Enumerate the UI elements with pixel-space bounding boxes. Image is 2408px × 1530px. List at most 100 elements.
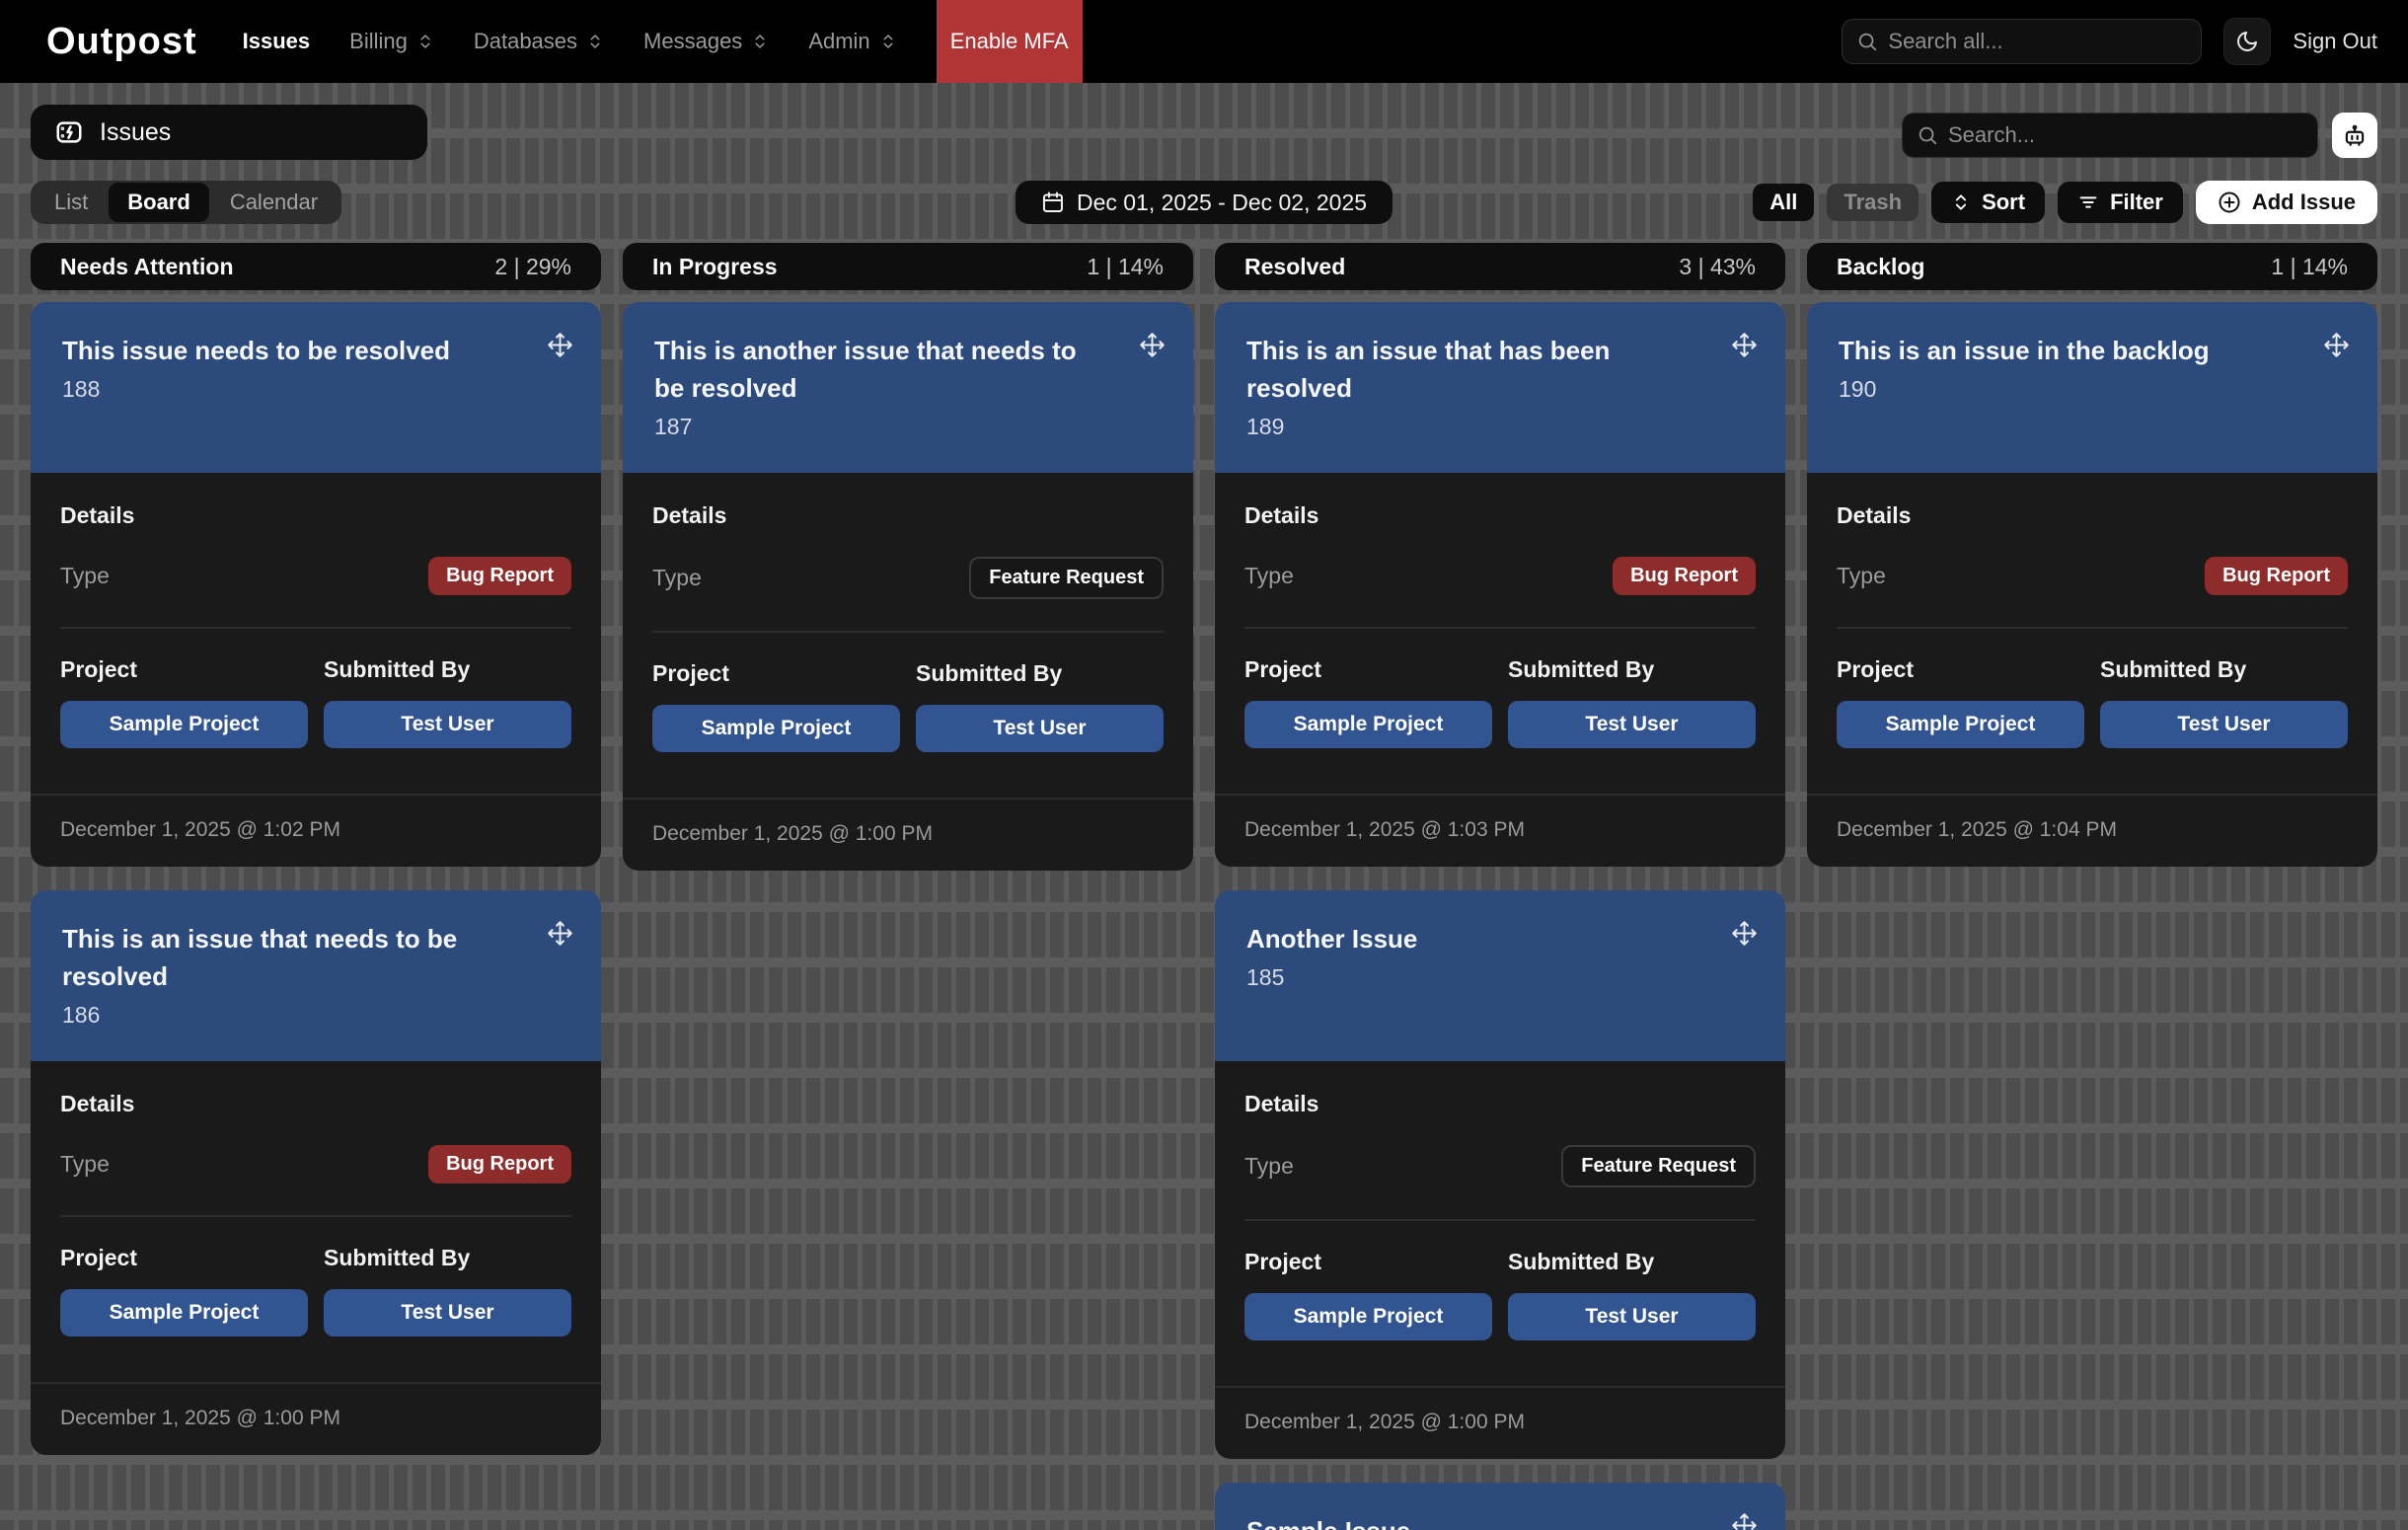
calendar-icon xyxy=(1041,191,1065,214)
move-icon[interactable] xyxy=(547,920,573,947)
issue-card-header: Sample Issue xyxy=(1215,1483,1785,1530)
issue-card-header: Another Issue 185 xyxy=(1215,890,1785,1061)
view-tab-list[interactable]: List xyxy=(36,183,107,222)
issue-card-body: Details Type Feature Request Project Sam… xyxy=(1215,1061,1785,1459)
divider xyxy=(1244,1219,1756,1221)
kanban-board: Needs Attention 2 | 29% This issue needs… xyxy=(0,243,2408,1530)
nav-item-admin[interactable]: Admin xyxy=(808,29,896,54)
filter-button[interactable]: Filter xyxy=(2058,182,2183,223)
project-button[interactable]: Sample Project xyxy=(60,1289,308,1337)
scope-trash-button[interactable]: Trash xyxy=(1827,184,1919,221)
ai-assistant-button[interactable] xyxy=(2332,113,2377,158)
type-badge: Feature Request xyxy=(1561,1145,1756,1187)
column-needs-attention: Needs Attention 2 | 29% This issue needs… xyxy=(31,243,601,1479)
sort-button[interactable]: Sort xyxy=(1931,182,2045,223)
issue-card-footer: December 1, 2025 @ 1:02 PM xyxy=(31,794,601,867)
divider xyxy=(1244,627,1756,629)
type-label: Type xyxy=(1837,563,1886,589)
nav-item-billing[interactable]: Billing xyxy=(349,29,434,54)
panel-search-group xyxy=(1902,111,2377,160)
view-tab-board[interactable]: Board xyxy=(109,183,209,222)
issue-card-body: Details Type Bug Report Project Sample P… xyxy=(31,1061,601,1455)
column-header: Resolved 3 | 43% xyxy=(1215,243,1785,290)
issue-card[interactable]: This issue needs to be resolved 188 Deta… xyxy=(31,302,601,867)
type-label: Type xyxy=(60,563,110,589)
issue-timestamp: December 1, 2025 @ 1:00 PM xyxy=(60,1407,340,1429)
move-icon[interactable] xyxy=(1731,1512,1758,1530)
brand-logo[interactable]: Outpost xyxy=(46,21,197,63)
divider xyxy=(60,627,571,629)
column-header: Needs Attention 2 | 29% xyxy=(31,243,601,290)
project-label: Project xyxy=(1244,1249,1492,1275)
issue-card[interactable]: Another Issue 185 Details Type Feature R… xyxy=(1215,890,1785,1459)
project-button[interactable]: Sample Project xyxy=(652,705,900,752)
issue-card[interactable]: This is an issue that needs to be resolv… xyxy=(31,890,601,1455)
column-stat: 2 | 29% xyxy=(494,254,571,280)
issue-card[interactable]: This is an issue in the backlog 190 Deta… xyxy=(1807,302,2377,867)
issue-card-footer: December 1, 2025 @ 1:00 PM xyxy=(1215,1386,1785,1459)
page-title-pill: Issues xyxy=(31,105,427,160)
move-icon[interactable] xyxy=(547,332,573,358)
filter-lines-icon xyxy=(2077,191,2099,213)
type-label: Type xyxy=(1244,1153,1294,1180)
issue-card[interactable]: This is another issue that needs to be r… xyxy=(623,302,1193,871)
submitted-by-button[interactable]: Test User xyxy=(324,701,571,748)
search-icon xyxy=(1856,31,1878,52)
project-button[interactable]: Sample Project xyxy=(1244,701,1492,748)
global-search-box[interactable] xyxy=(1842,19,2202,64)
submitted-by-button[interactable]: Test User xyxy=(916,705,1164,752)
column-title: Resolved xyxy=(1244,254,1345,280)
submitted-by-button[interactable]: Test User xyxy=(324,1289,571,1337)
issue-card-header: This is an issue that has been resolved … xyxy=(1215,302,1785,473)
issue-card[interactable]: This is an issue that has been resolved … xyxy=(1215,302,1785,867)
project-button[interactable]: Sample Project xyxy=(1244,1293,1492,1340)
column-title: Needs Attention xyxy=(60,254,234,280)
submitted-by-button[interactable]: Test User xyxy=(2100,701,2348,748)
sign-out-link[interactable]: Sign Out xyxy=(2293,29,2377,54)
type-badge: Bug Report xyxy=(1613,557,1756,595)
nav-item-databases[interactable]: Databases xyxy=(474,29,604,54)
issue-number: 185 xyxy=(1246,964,1754,991)
type-label: Type xyxy=(652,565,702,591)
move-icon[interactable] xyxy=(1139,332,1166,358)
issue-card-body: Details Type Bug Report Project Sample P… xyxy=(1215,473,1785,867)
add-issue-button[interactable]: Add Issue xyxy=(2196,181,2377,224)
project-button[interactable]: Sample Project xyxy=(1837,701,2084,748)
submitted-by-label: Submitted By xyxy=(324,656,571,683)
enable-mfa-button[interactable]: Enable MFA xyxy=(937,0,1083,83)
project-button[interactable]: Sample Project xyxy=(60,701,308,748)
issues-search-box[interactable] xyxy=(1902,113,2318,158)
project-label: Project xyxy=(60,1245,308,1271)
column-in-progress: In Progress 1 | 14% This is another issu… xyxy=(623,243,1193,894)
header-row: Issues xyxy=(0,83,2408,160)
issue-number: 186 xyxy=(62,1002,569,1029)
submitted-by-button[interactable]: Test User xyxy=(1508,1293,1756,1340)
details-heading: Details xyxy=(1244,1091,1756,1117)
issues-search-input[interactable] xyxy=(1948,122,2303,148)
details-heading: Details xyxy=(60,1091,571,1117)
column-stat: 1 | 14% xyxy=(1087,254,1164,280)
toolbar-row: List Board Calendar Dec 01, 2025 - Dec 0… xyxy=(0,181,2408,224)
issue-card-footer: December 1, 2025 @ 1:00 PM xyxy=(31,1382,601,1455)
view-tab-calendar[interactable]: Calendar xyxy=(211,183,337,222)
issue-title: This issue needs to be resolved xyxy=(62,332,569,369)
submitted-by-label: Submitted By xyxy=(1508,656,1756,683)
scope-all-button[interactable]: All xyxy=(1753,184,1814,221)
nav-item-issues[interactable]: Issues xyxy=(243,29,311,54)
nav-item-messages[interactable]: Messages xyxy=(643,29,769,54)
issue-card[interactable]: Sample Issue xyxy=(1215,1483,1785,1530)
global-search-input[interactable] xyxy=(1888,29,2187,54)
issue-card-body: Details Type Feature Request Project Sam… xyxy=(623,473,1193,871)
divider xyxy=(60,1215,571,1217)
details-heading: Details xyxy=(60,502,571,529)
move-icon[interactable] xyxy=(1731,920,1758,947)
theme-toggle-button[interactable] xyxy=(2223,18,2271,65)
date-range-picker[interactable]: Dec 01, 2025 - Dec 02, 2025 xyxy=(1016,181,1392,224)
type-label: Type xyxy=(1244,563,1294,589)
move-icon[interactable] xyxy=(1731,332,1758,358)
submitted-by-button[interactable]: Test User xyxy=(1508,701,1756,748)
move-icon[interactable] xyxy=(2323,332,2350,358)
top-nav: Outpost Issues Billing Databases Message… xyxy=(0,0,2408,83)
type-label: Type xyxy=(60,1151,110,1178)
submitted-by-label: Submitted By xyxy=(2100,656,2348,683)
